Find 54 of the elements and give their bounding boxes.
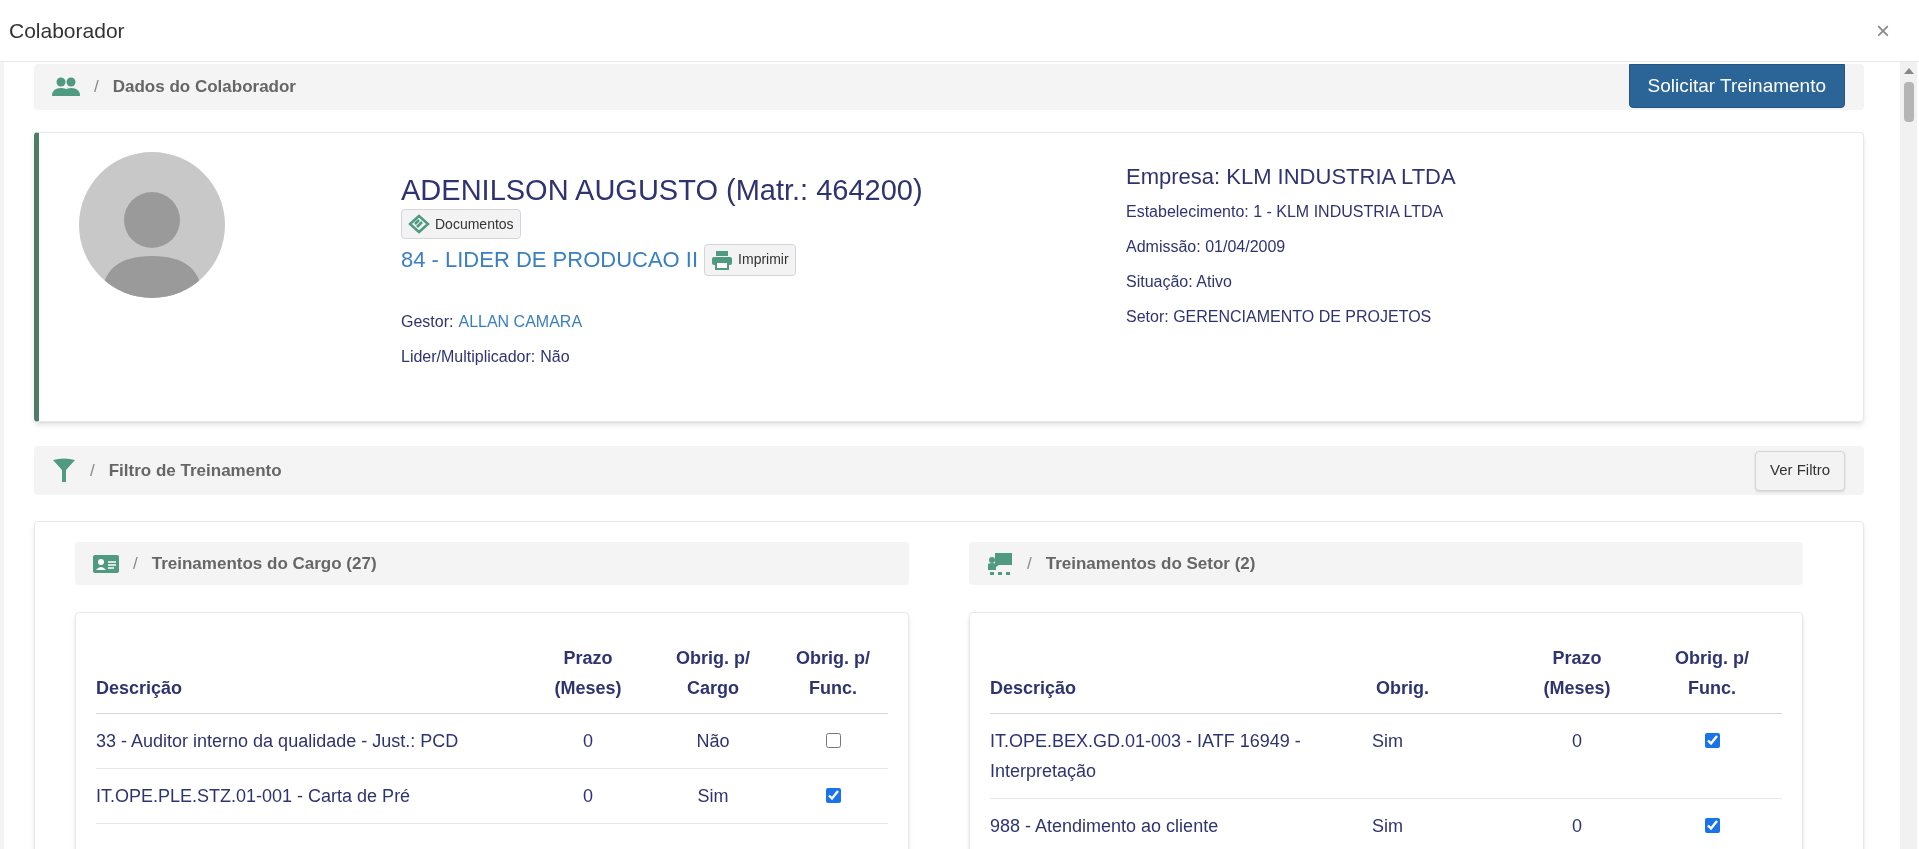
table-cell: IT.OPE.BEX.GD.01-003 - IATF 16949 - Interpretação (990, 713, 1372, 799)
detail-text: Setor: GERENCIAMENTO DE PROJETOS (1126, 307, 1433, 327)
column-header: Obrig. p/ Func. (778, 643, 888, 714)
column-header: Obrig. p/ Cargo (648, 643, 778, 714)
detail-text: Admissão: 01/04/2009 (1126, 237, 1287, 257)
request-training-button[interactable]: Solicitar Treinamento (1628, 64, 1845, 108)
table-cell: 0 (528, 768, 648, 824)
field-label: Lider/Multiplicador: (401, 347, 536, 367)
checkbox[interactable] (825, 733, 841, 749)
detail-text: Situação: Ativo (1126, 272, 1233, 292)
company-name: Empresa: KLM INDUSTRIA LTDA (1126, 163, 1457, 191)
checkbox[interactable] (825, 788, 841, 804)
column-header: Descrição (990, 643, 1372, 714)
detail-text: Estabelecimento: 1 - KLM INDUSTRIA LTDA (1126, 202, 1445, 222)
documents-icon (408, 214, 430, 234)
breadcrumb-separator: / (90, 459, 95, 482)
window-title: Colaborador (9, 17, 125, 44)
users-icon (52, 77, 80, 97)
breadcrumb-separator: / (133, 552, 138, 575)
table-cell: Sim (648, 768, 778, 824)
manager-link[interactable]: ALLAN CAMARA (458, 310, 583, 334)
field-value: Não (540, 347, 570, 367)
printer-icon (711, 249, 734, 270)
table-cell: IT.OPE.PLE.STZ.01-001 - Carta de Pré (96, 768, 528, 824)
table-cell: 0 (1512, 798, 1642, 849)
presentation-icon (987, 551, 1013, 576)
section-title: Filtro de Treinamento (108, 459, 282, 482)
column-header: Obrig. p/ Func. (1642, 643, 1782, 714)
column-header: Descrição (96, 643, 528, 714)
table-cell: 0 (1512, 713, 1642, 799)
documents-button[interactable]: Documentos (401, 209, 521, 239)
job-title: 84 - LIDER DE PRODUCAO II (401, 246, 699, 274)
column-header: Prazo (Meses) (1512, 643, 1642, 714)
section-title: Treinamentos do Setor (2) (1045, 552, 1256, 575)
breadcrumb-separator: / (1027, 552, 1032, 575)
table-cell: 33 - Auditor interno da qualidade - Just.: PCD (96, 713, 528, 769)
column-header: Obrig. (1372, 643, 1512, 714)
section-title: Dados do Colaborador (112, 76, 296, 99)
breadcrumb-separator: / (94, 76, 99, 99)
checkbox[interactable] (1704, 818, 1720, 834)
table-cell: Sim (1372, 798, 1512, 849)
table-cell: 988 - Atendimento ao cliente (990, 798, 1372, 849)
print-button[interactable]: Imprimir (704, 243, 796, 276)
employee-name: ADENILSON AUGUSTO (Matr.: 464200) (401, 173, 923, 208)
table-cell: 0 (528, 713, 648, 769)
filter-icon (52, 457, 76, 484)
id-card-icon (93, 554, 119, 573)
column-header: Prazo (Meses) (528, 643, 648, 714)
section-title: Treinamentos do Cargo (27) (151, 552, 377, 575)
view-filter-button[interactable]: Ver Filtro (1755, 450, 1845, 491)
table-cell: Sim (1372, 713, 1512, 799)
table-cell: Não (648, 713, 778, 769)
field-label: Gestor: (401, 312, 454, 332)
checkbox[interactable] (1704, 733, 1720, 749)
